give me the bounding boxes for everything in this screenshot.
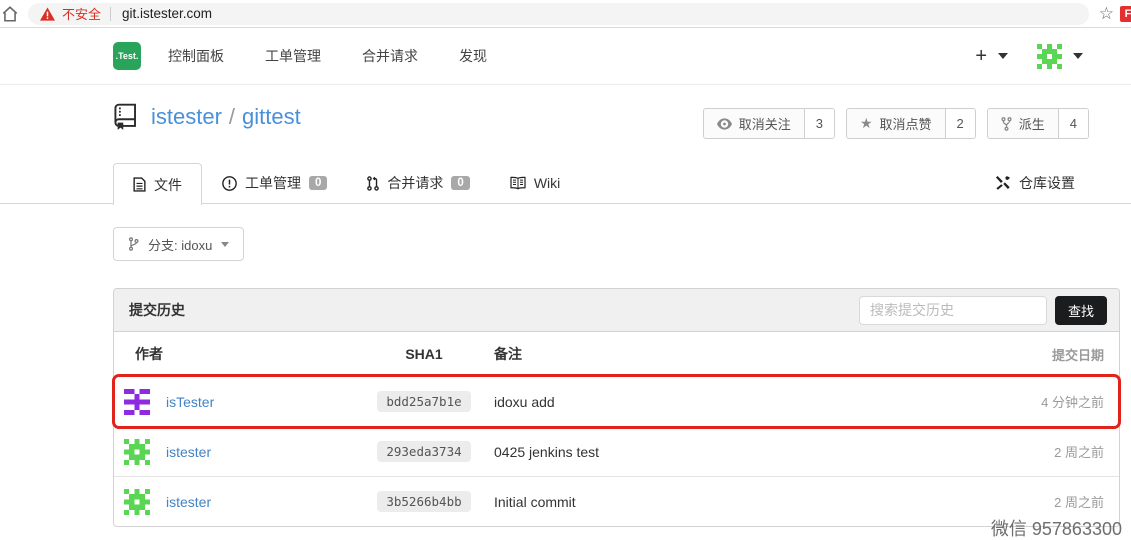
- home-icon[interactable]: [1, 5, 19, 23]
- commit-date: 2 周之前: [939, 492, 1119, 511]
- tab-wiki-label: Wiki: [534, 175, 560, 191]
- nav-item-pull-requests[interactable]: 合并请求: [362, 46, 418, 66]
- nav-item-explore[interactable]: 发现: [459, 46, 487, 66]
- forks-count[interactable]: 4: [1058, 109, 1088, 138]
- security-warning-label[interactable]: 不安全: [62, 4, 101, 23]
- eye-icon: [717, 118, 732, 130]
- watermark-text: 微信 957863300: [991, 515, 1122, 540]
- identicon-avatar-green: [124, 439, 150, 465]
- commit-date: 2 周之前: [939, 442, 1119, 461]
- commit-table-header: 作者 SHA1 备注 提交日期: [114, 332, 1119, 376]
- issue-icon: [222, 176, 237, 191]
- nav-item-issues[interactable]: 工单管理: [265, 46, 321, 66]
- branch-icon: [128, 237, 139, 251]
- column-date: 提交日期: [939, 345, 1119, 364]
- repo-header: istester / gittest: [113, 103, 301, 131]
- url-bar[interactable]: 不安全 git.istester.com: [28, 3, 1089, 25]
- repository-book-icon: [113, 103, 138, 131]
- commit-sha-badge[interactable]: 293eda3734: [377, 441, 470, 462]
- tab-pull-requests-label: 合并请求: [387, 173, 443, 193]
- extension-icon[interactable]: F: [1120, 6, 1131, 22]
- warning-triangle-icon: [40, 7, 55, 21]
- bookmark-star-icon[interactable]: ☆: [1099, 5, 1114, 22]
- omnibox-divider: [110, 7, 111, 21]
- identicon-avatar-green: [124, 489, 150, 515]
- commit-author-link[interactable]: istester: [166, 494, 211, 510]
- fork-button[interactable]: 派生: [988, 109, 1058, 138]
- commit-search-input[interactable]: [859, 296, 1047, 325]
- fork-label: 派生: [1019, 114, 1045, 133]
- unwatch-button-group: 取消关注 3: [703, 108, 835, 139]
- branch-caret-icon: [221, 242, 229, 247]
- repo-settings-label: 仓库设置: [1019, 173, 1075, 193]
- column-sha1: SHA1: [364, 346, 484, 362]
- nav-right: +: [975, 44, 1131, 69]
- commit-message: 0425 jenkins test: [484, 444, 939, 460]
- commit-message: idoxu add: [484, 394, 939, 410]
- branch-selector[interactable]: 分支: idoxu: [113, 227, 244, 261]
- tab-issues[interactable]: 工单管理 0: [202, 163, 347, 203]
- fork-icon: [1001, 117, 1012, 131]
- create-new-button[interactable]: +: [975, 46, 987, 66]
- commit-history-header: 提交历史 查找: [114, 289, 1119, 332]
- repo-settings-button[interactable]: 仓库设置: [995, 163, 1075, 203]
- url-text[interactable]: git.istester.com: [122, 6, 212, 21]
- unstar-button-group: ★ 取消点赞 2: [846, 108, 976, 139]
- fork-button-group: 派生 4: [987, 108, 1089, 139]
- commit-date: 4 分钟之前: [939, 392, 1119, 411]
- issues-count-badge: 0: [309, 176, 327, 190]
- commit-row[interactable]: istester 3b5266b4bb Initial commit 2 周之前: [114, 476, 1119, 526]
- pull-request-icon: [367, 176, 379, 191]
- branch-selector-label: 分支: idoxu: [148, 235, 212, 254]
- repo-actions: 取消关注 3 ★ 取消点赞 2 派生 4: [703, 108, 1089, 139]
- nav-menu: 控制面板 工单管理 合并请求 发现: [168, 46, 487, 66]
- create-new-caret-icon[interactable]: [998, 53, 1008, 59]
- column-author: 作者: [114, 344, 364, 364]
- watchers-count[interactable]: 3: [804, 109, 834, 138]
- user-avatar[interactable]: [1037, 44, 1062, 69]
- tab-wiki[interactable]: Wiki: [490, 163, 580, 203]
- repo-separator: /: [229, 104, 235, 129]
- unstar-button[interactable]: ★ 取消点赞: [847, 109, 945, 138]
- browser-bar: 不安全 git.istester.com ☆ F: [0, 0, 1131, 28]
- unstar-label: 取消点赞: [880, 114, 932, 133]
- commit-row[interactable]: isTester bdd25a7b1e idoxu add 4 分钟之前: [114, 376, 1119, 426]
- commit-search-button[interactable]: 查找: [1055, 296, 1107, 325]
- commit-history-panel: 提交历史 查找 作者 SHA1 备注 提交日期 isTester bdd25a7…: [113, 288, 1120, 527]
- repo-tabstrip: 文件 工单管理 0 合并请求 0 Wiki 仓库设置: [0, 163, 1131, 204]
- column-message: 备注: [484, 344, 939, 364]
- wiki-book-icon: [510, 176, 526, 190]
- commit-sha-badge[interactable]: bdd25a7b1e: [377, 391, 470, 412]
- commit-message: Initial commit: [484, 494, 939, 510]
- pull-requests-count-badge: 0: [451, 176, 469, 190]
- repo-name-link[interactable]: gittest: [242, 104, 301, 129]
- screen: 不安全 git.istester.com ☆ F .Test. 控制面板 工单管…: [0, 0, 1131, 540]
- commit-history-title: 提交历史: [129, 300, 185, 320]
- repo-owner-link[interactable]: istester: [151, 104, 222, 129]
- commit-row[interactable]: istester 293eda3734 0425 jenkins test 2 …: [114, 426, 1119, 476]
- commit-author-link[interactable]: istester: [166, 444, 211, 460]
- stars-count[interactable]: 2: [945, 109, 975, 138]
- tab-pull-requests[interactable]: 合并请求 0: [347, 163, 489, 203]
- file-icon: [133, 177, 146, 192]
- tab-issues-label: 工单管理: [245, 173, 301, 193]
- commit-author-link[interactable]: isTester: [166, 394, 214, 410]
- commit-sha-badge[interactable]: 3b5266b4bb: [377, 491, 470, 512]
- identicon-avatar-purple: [124, 389, 150, 415]
- star-icon: ★: [860, 115, 873, 132]
- commit-search-controls: 查找: [859, 296, 1107, 325]
- nav-item-dashboard[interactable]: 控制面板: [168, 46, 224, 66]
- tools-icon: [995, 175, 1011, 191]
- unwatch-label: 取消关注: [739, 114, 791, 133]
- site-logo[interactable]: .Test.: [113, 42, 141, 70]
- user-menu-caret-icon[interactable]: [1073, 53, 1083, 59]
- top-navbar: .Test. 控制面板 工单管理 合并请求 发现 +: [0, 28, 1131, 85]
- unwatch-button[interactable]: 取消关注: [704, 109, 804, 138]
- tab-files-label: 文件: [154, 175, 182, 195]
- tab-files[interactable]: 文件: [113, 163, 202, 205]
